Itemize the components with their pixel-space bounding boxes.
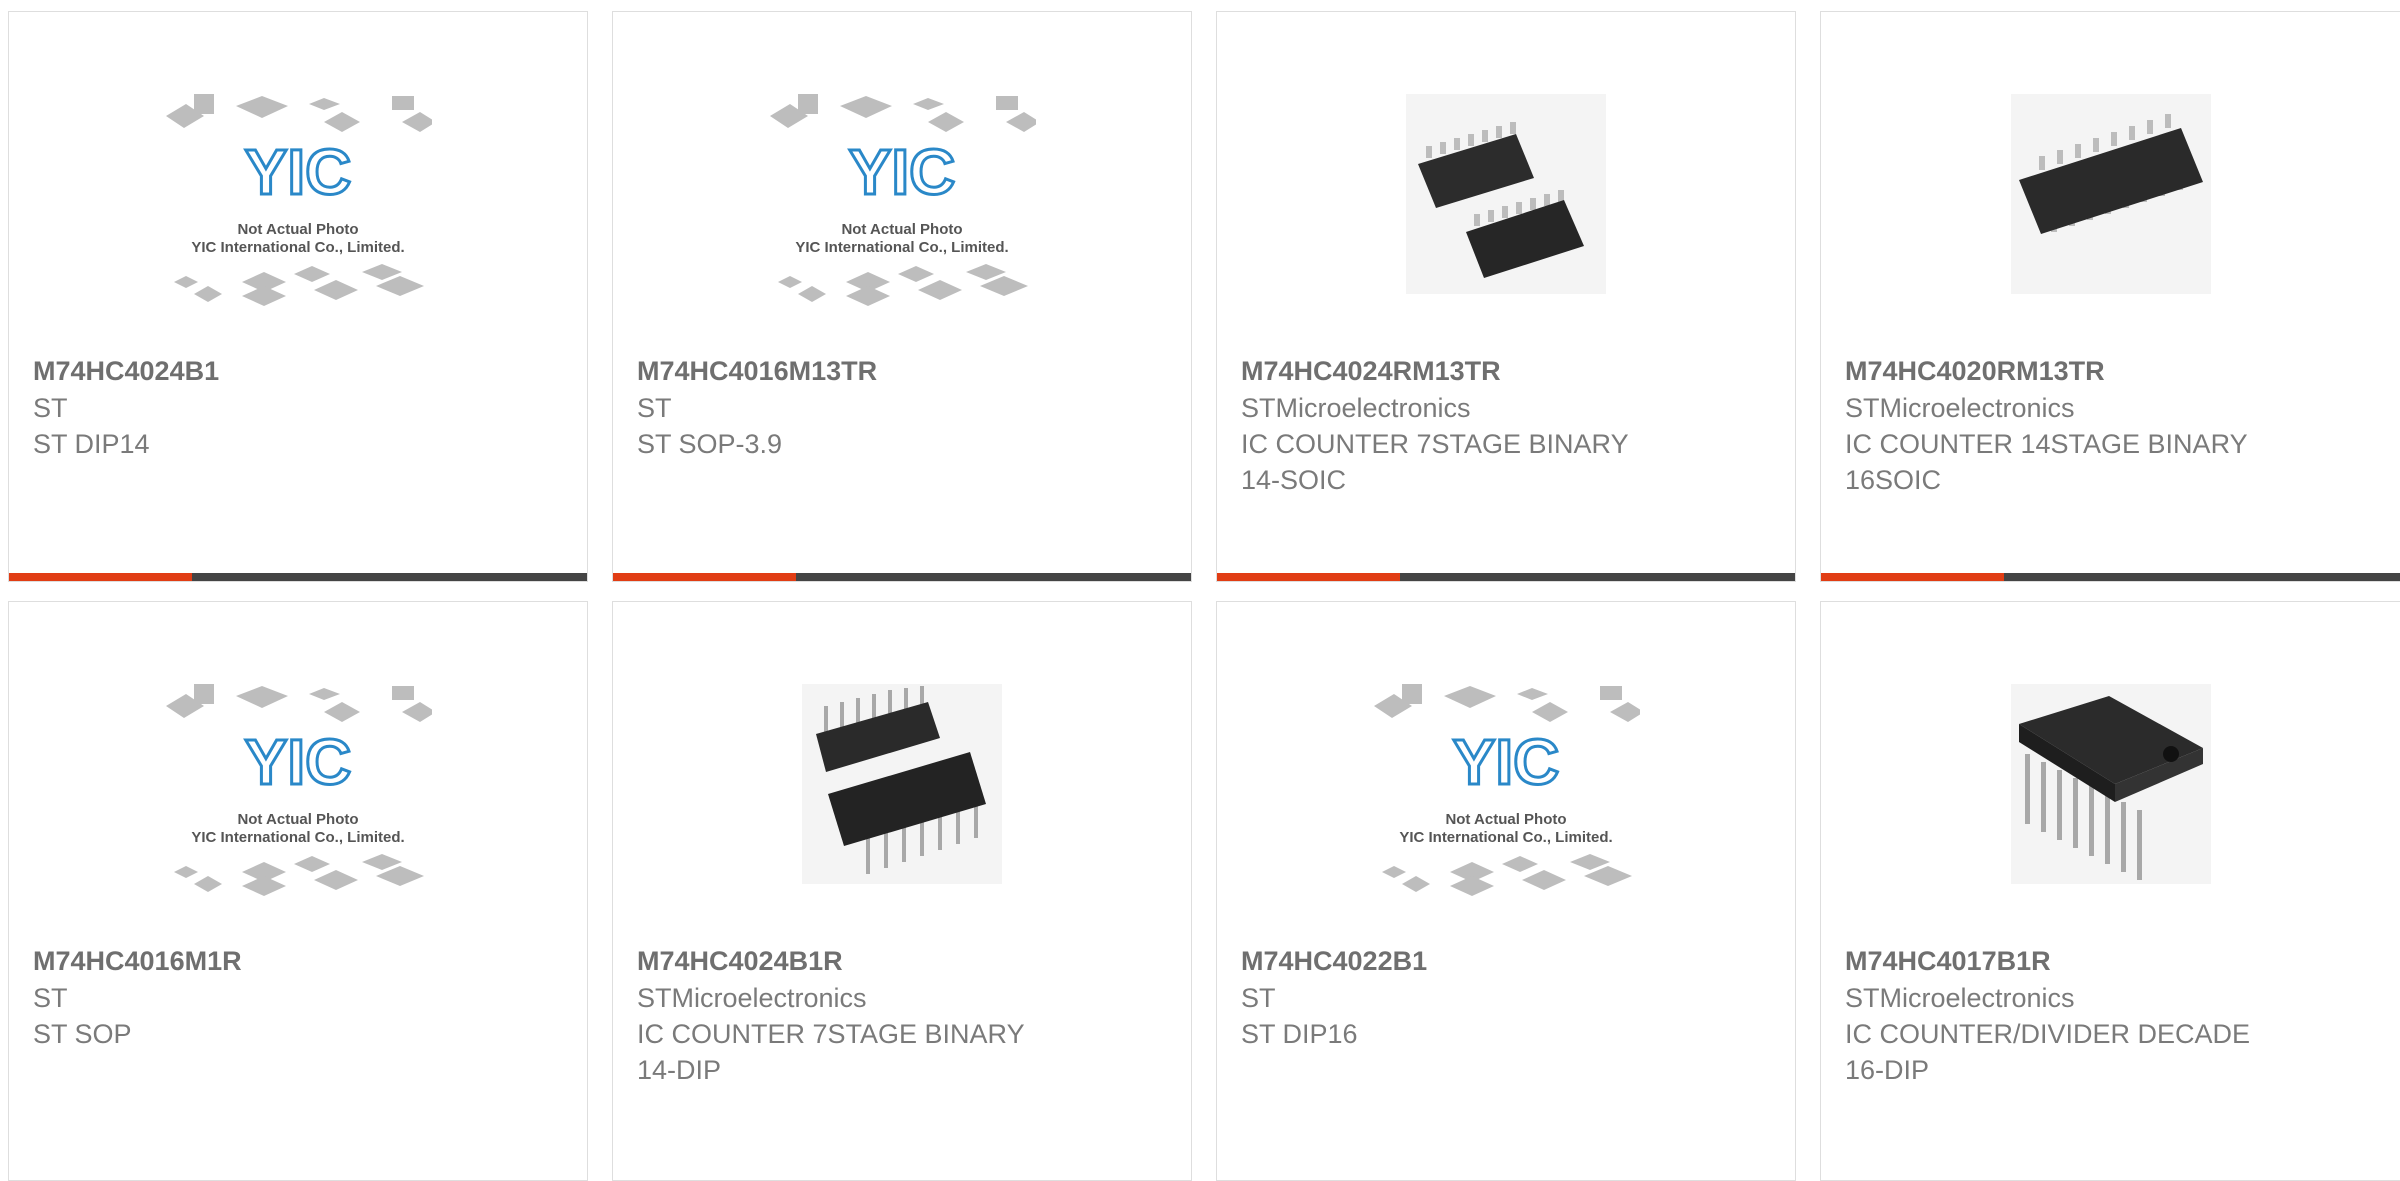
product-info: M74HC4016M1R ST ST SOP <box>33 942 567 1052</box>
part-number[interactable]: M74HC4017B1R <box>1845 942 2399 980</box>
svg-text:YIC: YIC <box>849 136 956 208</box>
product-grid: YIC Not Actual Photo YIC International C… <box>0 0 2400 1181</box>
product-card[interactable]: YIC Not Actual Photo YIC International C… <box>8 601 588 1181</box>
card-accent-bar <box>613 573 1191 581</box>
yic-placeholder-icon: YIC Not Actual Photo YIC International C… <box>164 664 432 904</box>
part-number[interactable]: M74HC4016M1R <box>33 942 567 980</box>
svg-text:YIC: YIC <box>1453 726 1560 798</box>
product-info: M74HC4017B1R STMicroelectronics IC COUNT… <box>1845 942 2399 1088</box>
package: 16-DIP <box>1845 1055 1930 1085</box>
product-card[interactable]: YIC Not Actual Photo YIC International C… <box>612 11 1192 582</box>
manufacturer: ST <box>1241 983 1276 1013</box>
part-number[interactable]: M74HC4024B1 <box>33 352 567 390</box>
svg-text:YIC: YIC <box>245 136 352 208</box>
manufacturer: STMicroelectronics <box>637 983 867 1013</box>
description: ST DIP14 <box>33 429 150 459</box>
svg-text:YIC International Co., Limited: YIC International Co., Limited. <box>1399 829 1612 846</box>
yic-placeholder-icon: YIC Not Actual Photo YIC International C… <box>164 74 432 314</box>
svg-text:YIC International Co., Limited: YIC International Co., Limited. <box>191 829 404 846</box>
yic-placeholder-icon: YIC Not Actual Photo YIC International C… <box>768 74 1036 314</box>
description: ST SOP-3.9 <box>637 429 783 459</box>
svg-text:Not Actual Photo: Not Actual Photo <box>237 221 358 238</box>
card-accent-bar <box>9 573 587 581</box>
card-accent-bar <box>1217 573 1795 581</box>
part-number[interactable]: M74HC4024RM13TR <box>1241 352 1775 390</box>
svg-text:Not Actual Photo: Not Actual Photo <box>841 221 962 238</box>
soic-single-icon <box>1977 74 2245 314</box>
package: 16SOIC <box>1845 465 1942 495</box>
dip-single-icon <box>1977 664 2245 904</box>
description: ST DIP16 <box>1241 1019 1358 1049</box>
package: 14-DIP <box>637 1055 722 1085</box>
product-card[interactable]: M74HC4017B1R STMicroelectronics IC COUNT… <box>1820 601 2400 1181</box>
description: IC COUNTER 14STAGE BINARY <box>1845 429 2248 459</box>
product-info: M74HC4024B1 ST ST DIP14 <box>33 352 567 462</box>
description: ST SOP <box>33 1019 132 1049</box>
manufacturer: ST <box>33 983 68 1013</box>
product-card[interactable]: M74HC4020RM13TR STMicroelectronics IC CO… <box>1820 11 2400 582</box>
svg-text:Not Actual Photo: Not Actual Photo <box>1445 811 1566 828</box>
description: IC COUNTER 7STAGE BINARY <box>637 1019 1025 1049</box>
svg-text:YIC: YIC <box>245 726 352 798</box>
manufacturer: ST <box>33 393 68 423</box>
product-info: M74HC4024RM13TR STMicroelectronics IC CO… <box>1241 352 1775 498</box>
package: 14-SOIC <box>1241 465 1347 495</box>
part-number[interactable]: M74HC4016M13TR <box>637 352 1171 390</box>
product-info: M74HC4016M13TR ST ST SOP-3.9 <box>637 352 1171 462</box>
product-card[interactable]: M74HC4024RM13TR STMicroelectronics IC CO… <box>1216 11 1796 582</box>
yic-placeholder-icon: YIC Not Actual Photo YIC International C… <box>1372 664 1640 904</box>
description: IC COUNTER/DIVIDER DECADE <box>1845 1019 2251 1049</box>
product-info: M74HC4024B1R STMicroelectronics IC COUNT… <box>637 942 1171 1088</box>
product-card[interactable]: M74HC4024B1R STMicroelectronics IC COUNT… <box>612 601 1192 1181</box>
card-accent-bar <box>1821 573 2400 581</box>
manufacturer: STMicroelectronics <box>1241 393 1471 423</box>
svg-text:YIC International Co., Limited: YIC International Co., Limited. <box>795 239 1008 256</box>
product-info: M74HC4022B1 ST ST DIP16 <box>1241 942 1775 1052</box>
part-number[interactable]: M74HC4022B1 <box>1241 942 1775 980</box>
product-card[interactable]: YIC Not Actual Photo YIC International C… <box>1216 601 1796 1181</box>
description: IC COUNTER 7STAGE BINARY <box>1241 429 1629 459</box>
part-number[interactable]: M74HC4020RM13TR <box>1845 352 2399 390</box>
part-number[interactable]: M74HC4024B1R <box>637 942 1171 980</box>
manufacturer: ST <box>637 393 672 423</box>
svg-text:Not Actual Photo: Not Actual Photo <box>237 811 358 828</box>
manufacturer: STMicroelectronics <box>1845 393 2075 423</box>
product-info: M74HC4020RM13TR STMicroelectronics IC CO… <box>1845 352 2399 498</box>
dip-pair-icon <box>768 664 1036 904</box>
soic-pair-icon <box>1372 74 1640 314</box>
manufacturer: STMicroelectronics <box>1845 983 2075 1013</box>
product-card[interactable]: YIC Not Actual Photo YIC International C… <box>8 11 588 582</box>
svg-text:YIC International Co., Limited: YIC International Co., Limited. <box>191 239 404 256</box>
